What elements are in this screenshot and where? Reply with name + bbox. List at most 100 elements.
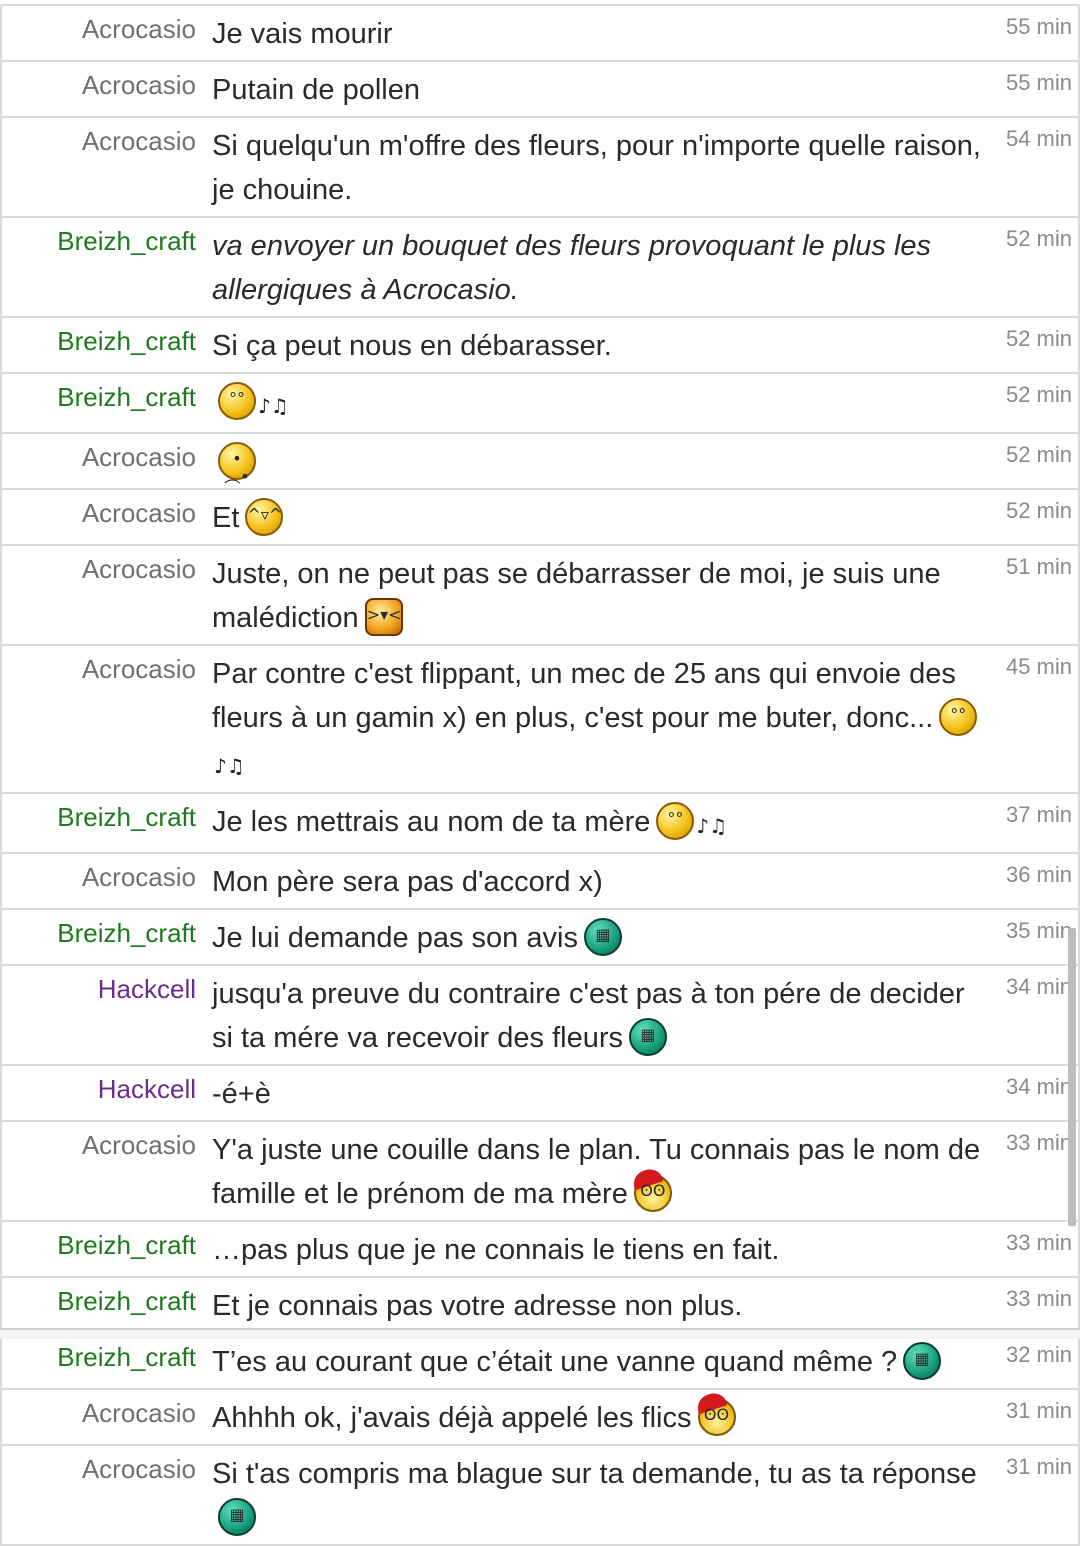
message-text: Par contre c'est flippant, un mec de 25 … bbox=[212, 652, 984, 788]
chat-message-row: Acrocasio Je vais mourir 55 min bbox=[2, 6, 1078, 62]
chat-message-row: Acrocasio Ahhhh ok, j'avais déjà appelé l… bbox=[2, 1390, 1078, 1446]
message-text: •︵• bbox=[212, 440, 984, 486]
message-body: Et je connais pas votre adresse non plus… bbox=[212, 1290, 743, 1322]
message-username[interactable]: Acrocasio bbox=[2, 440, 196, 474]
message-username[interactable]: Acrocasio bbox=[2, 1452, 196, 1486]
message-username[interactable]: Acrocasio bbox=[2, 552, 196, 586]
santa-emoji-icon: ʘʘ bbox=[697, 1398, 736, 1436]
chat-message-row: Breizh_craft °° ♪♫ 52 min bbox=[2, 374, 1078, 434]
devil-emoji-icon: >▾< bbox=[364, 598, 403, 636]
message-username[interactable]: Acrocasio bbox=[2, 124, 196, 158]
message-text: Et ^▿^ bbox=[212, 496, 984, 540]
grin-green-emoji-icon: ▦ bbox=[628, 1018, 667, 1056]
message-body: T’es au courant que c’était une vanne qu… bbox=[212, 1346, 898, 1378]
message-timestamp: 34 min bbox=[1005, 974, 1072, 999]
message-username[interactable]: Acrocasio bbox=[2, 496, 196, 530]
chat-message-row: Breizh_craft Et je connais pas votre adre… bbox=[2, 1278, 1078, 1334]
message-timestamp: 31 min bbox=[1005, 1454, 1072, 1479]
message-timestamp: 37 min bbox=[1005, 802, 1072, 827]
message-username[interactable]: Breizh_craft bbox=[2, 1284, 196, 1318]
message-username[interactable]: Breizh_craft bbox=[2, 380, 196, 414]
message-timestamp: 36 min bbox=[1005, 862, 1072, 887]
message-timestamp: 51 min bbox=[1005, 554, 1072, 579]
message-body: Je les mettrais au nom de ta mère bbox=[212, 806, 651, 838]
message-username[interactable]: Breizh_craft bbox=[2, 1340, 196, 1374]
message-body: Je vais mourir bbox=[212, 18, 393, 50]
santa-emoji-icon: ʘʘ bbox=[633, 1174, 672, 1212]
message-text: Y'a juste une couille dans le plan. Tu c… bbox=[212, 1128, 984, 1216]
chat-message-row: Acrocasio Y'a juste une couille dans le p… bbox=[2, 1122, 1078, 1222]
message-username[interactable]: Breizh_craft bbox=[2, 800, 196, 834]
message-text: -é+è bbox=[212, 1072, 984, 1116]
message-username[interactable]: Acrocasio bbox=[2, 652, 196, 686]
message-text: Si ça peut nous en débarasser. bbox=[212, 324, 984, 368]
message-input-edge[interactable] bbox=[0, 1328, 1080, 1339]
chat-message-row: Breizh_craft va envoyer un bouquet des fl… bbox=[2, 218, 1078, 318]
message-timestamp: 35 min bbox=[1005, 918, 1072, 943]
message-username[interactable]: Breizh_craft bbox=[2, 916, 196, 950]
chat-message-row: Acrocasio Mon père sera pas d'accord x) 36… bbox=[2, 854, 1078, 910]
message-timestamp: 33 min bbox=[1005, 1286, 1072, 1311]
chat-message-row: Breizh_craft Je les mettrais au nom de ta… bbox=[2, 794, 1078, 854]
message-username[interactable]: Acrocasio bbox=[2, 1128, 196, 1162]
grin-green-emoji-icon: ▦ bbox=[903, 1342, 942, 1380]
chat-message-row: Breizh_craft T’es au courant que c’était … bbox=[2, 1334, 1078, 1390]
message-body: jusqu'a preuve du contraire c'est pas à … bbox=[212, 978, 965, 1054]
message-timestamp: 52 min bbox=[1005, 442, 1072, 467]
whistle-emoji-icon: °° bbox=[939, 698, 978, 736]
chat-message-row: Breizh_craft Si ça peut nous en débarasse… bbox=[2, 318, 1078, 374]
message-timestamp: 52 min bbox=[1005, 382, 1072, 407]
chat-message-row: Hackcell jusqu'a preuve du contraire c'es… bbox=[2, 966, 1078, 1066]
message-timestamp: 55 min bbox=[1005, 70, 1072, 95]
message-text: Je lui demande pas son avis ▦ bbox=[212, 916, 984, 960]
message-timestamp: 32 min bbox=[1005, 1342, 1072, 1367]
message-username[interactable]: Acrocasio bbox=[2, 68, 196, 102]
message-body: Je lui demande pas son avis bbox=[212, 922, 578, 954]
message-username[interactable]: Hackcell bbox=[2, 972, 196, 1006]
message-text: Mon père sera pas d'accord x) bbox=[212, 860, 984, 904]
message-timestamp: 52 min bbox=[1005, 226, 1072, 251]
message-text: °° ♪♫ bbox=[212, 380, 984, 428]
message-body: Ahhhh ok, j'avais déjà appelé les flics bbox=[212, 1402, 692, 1434]
message-username[interactable]: Acrocasio bbox=[2, 1396, 196, 1430]
laugh-emoji-icon: ^▿^ bbox=[245, 498, 284, 536]
message-body: …pas plus que je ne connais le tiens en … bbox=[212, 1234, 780, 1266]
message-username[interactable]: Breizh_craft bbox=[2, 324, 196, 358]
chat-message-row: Acrocasio •︵• 52 min bbox=[2, 434, 1078, 490]
grin-green-emoji-icon: ▦ bbox=[583, 918, 622, 956]
message-text: Juste, on ne peut pas se débarrasser de … bbox=[212, 552, 984, 640]
message-username[interactable]: Breizh_craft bbox=[2, 224, 196, 258]
chat-message-row: Acrocasio Si t'as compris ma blague sur t… bbox=[2, 1446, 1078, 1546]
message-text: Je les mettrais au nom de ta mère °° ♪♫ bbox=[212, 800, 984, 848]
message-body: Si t'as compris ma blague sur ta demande… bbox=[212, 1458, 977, 1490]
message-body: -é+è bbox=[212, 1078, 271, 1110]
message-text: va envoyer un bouquet des fleurs provoqu… bbox=[212, 224, 984, 312]
message-text: Putain de pollen bbox=[212, 68, 984, 112]
chat-message-row: Hackcell -é+è 34 min bbox=[2, 1066, 1078, 1122]
message-username[interactable]: Hackcell bbox=[2, 1072, 196, 1106]
whistle-emoji-icon: °° bbox=[218, 382, 256, 420]
message-timestamp: 54 min bbox=[1005, 126, 1072, 151]
music-notes-icon: ♪♫ bbox=[214, 754, 245, 778]
message-username[interactable]: Acrocasio bbox=[2, 12, 196, 46]
message-timestamp: 34 min bbox=[1005, 1074, 1072, 1099]
grin-green-emoji-icon: ▦ bbox=[218, 1498, 256, 1536]
message-timestamp: 31 min bbox=[1005, 1398, 1072, 1423]
message-timestamp: 52 min bbox=[1005, 498, 1072, 523]
message-text: …pas plus que je ne connais le tiens en … bbox=[212, 1228, 984, 1272]
message-body: Mon père sera pas d'accord x) bbox=[212, 866, 603, 898]
message-body: Putain de pollen bbox=[212, 74, 420, 106]
message-text: Si t'as compris ma blague sur ta demande… bbox=[212, 1452, 984, 1540]
message-username[interactable]: Acrocasio bbox=[2, 860, 196, 894]
message-body: Et bbox=[212, 502, 240, 534]
message-body: Y'a juste une couille dans le plan. Tu c… bbox=[212, 1134, 981, 1210]
chat-message-row: Acrocasio Par contre c'est flippant, un m… bbox=[2, 646, 1078, 794]
message-timestamp: 52 min bbox=[1005, 326, 1072, 351]
message-body: Par contre c'est flippant, un mec de 25 … bbox=[212, 658, 956, 734]
message-username[interactable]: Breizh_craft bbox=[2, 1228, 196, 1262]
message-body: Juste, on ne peut pas se débarrasser de … bbox=[212, 558, 941, 634]
message-timestamp: 45 min bbox=[1005, 654, 1072, 679]
scrollbar-thumb[interactable] bbox=[1068, 928, 1076, 1226]
music-notes-icon: ♪♫ bbox=[696, 814, 728, 838]
chat-message-row: Breizh_craft Je lui demande pas son avis ▦… bbox=[2, 910, 1078, 966]
